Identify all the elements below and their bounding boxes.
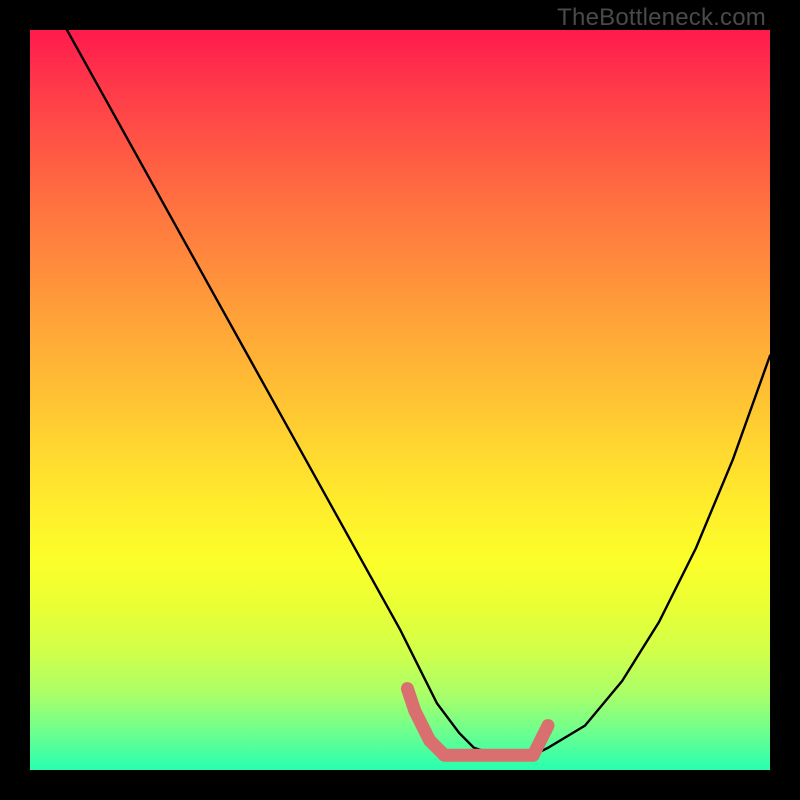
plot-area — [30, 30, 770, 770]
marker-right — [533, 726, 548, 756]
main-curve — [67, 30, 770, 755]
curve-layer — [30, 30, 770, 770]
marker-left — [407, 689, 444, 756]
chart-frame: TheBottleneck.com — [0, 0, 800, 800]
watermark-text: TheBottleneck.com — [557, 4, 766, 32]
